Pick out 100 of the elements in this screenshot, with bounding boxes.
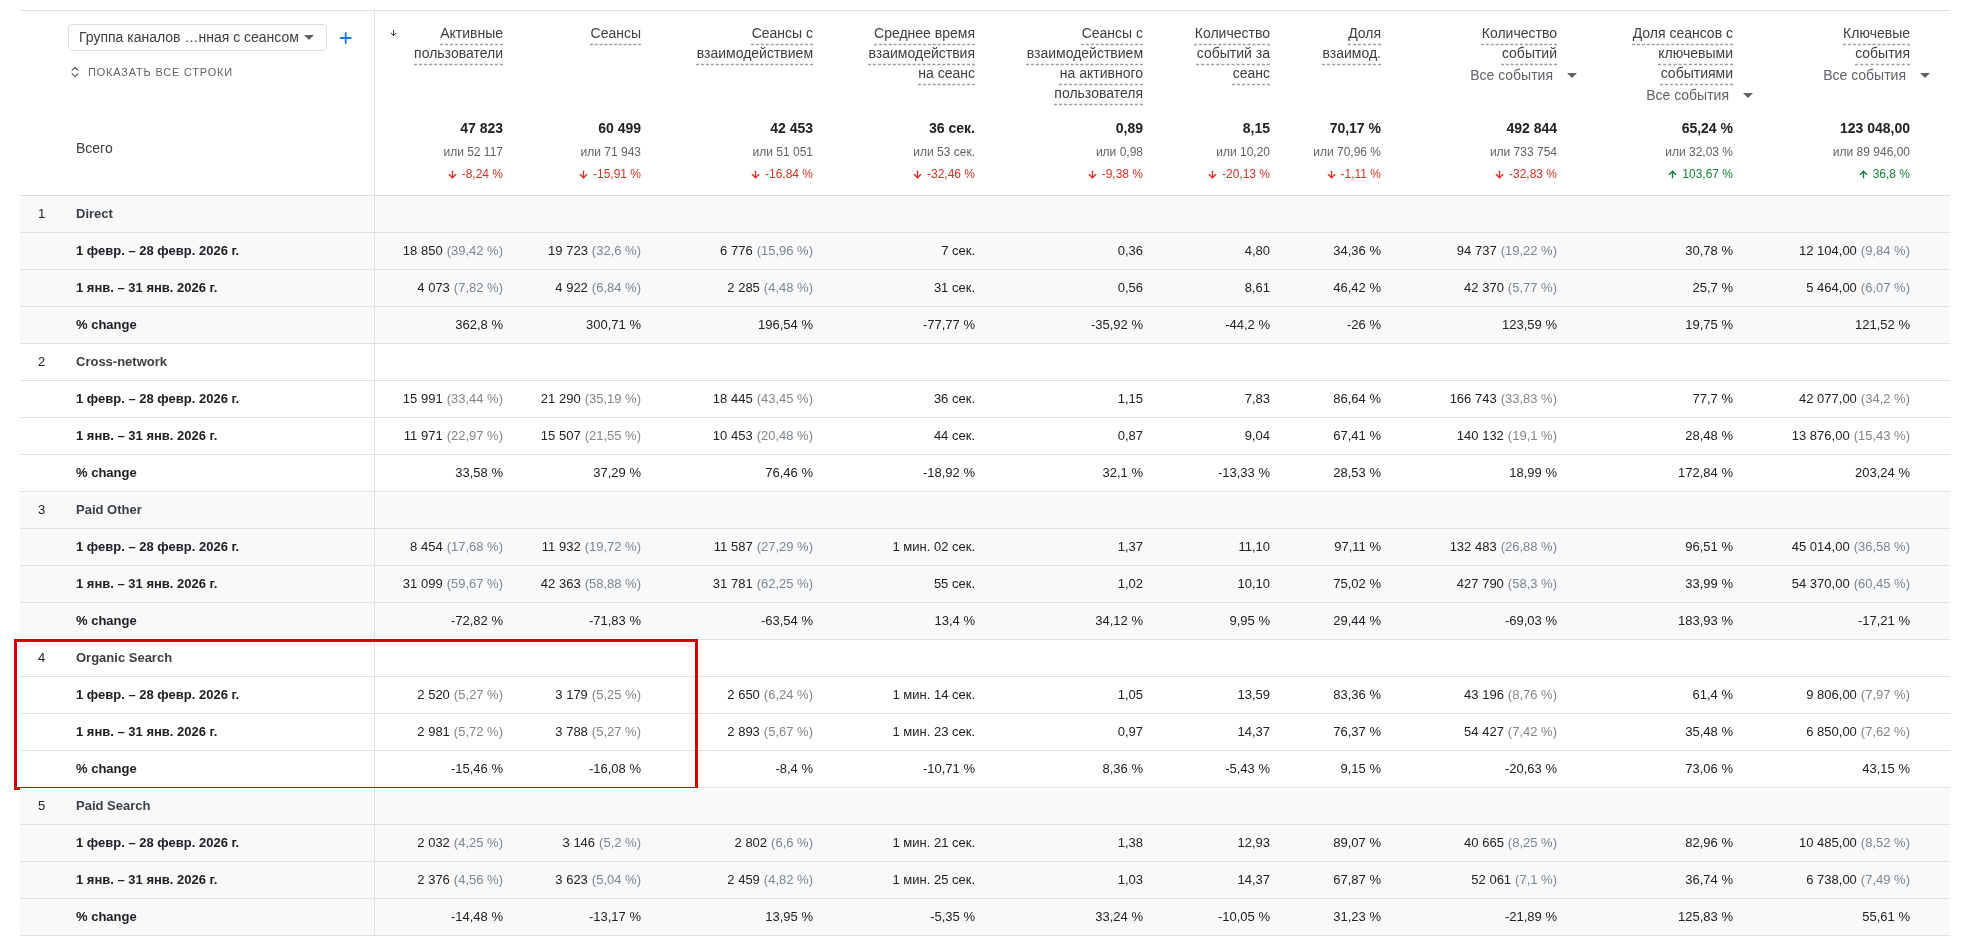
table-cell-text: 34,12 % [1094, 612, 1143, 631]
table-cell-text: -71,83 % [587, 612, 641, 631]
column-header[interactable]: Количество событий [1481, 23, 1557, 63]
dimension-selector[interactable]: Группа каналов …нная с сеансом [68, 24, 327, 51]
table-cell-text: 2 459 (4,82 %) [726, 871, 813, 890]
down-arrow-icon [1493, 168, 1505, 180]
table-cell-text: 55 сек. [932, 575, 975, 594]
table-cell-text: 86,64 % [1332, 390, 1381, 409]
table-cell-text: -17,21 % [1856, 612, 1910, 631]
column-header[interactable]: Ключевые события [1843, 23, 1910, 63]
table-cell-text: 196,54 % [757, 316, 813, 335]
total-comparison: или 70,96 % [1313, 144, 1381, 161]
channel-group-name[interactable]: Paid Search [76, 796, 151, 816]
column-header[interactable]: Доля сеансов с ключевыми событиями [1632, 23, 1733, 83]
row-label: % change [76, 908, 137, 927]
table-cell-text: 7 сек. [940, 242, 975, 261]
table-cell-text: 7,83 [1243, 390, 1270, 409]
table-cell-text: 52 061 (7,1 %) [1470, 871, 1557, 890]
table-cell-text: -77,77 % [921, 316, 975, 335]
table-cell-text: 300,71 % [585, 316, 641, 335]
table-cell-text: 40 665 (8,25 %) [1463, 834, 1557, 853]
table-cell-text: 34,36 % [1332, 242, 1381, 261]
table-cell-text: 21 290 (35,19 %) [539, 390, 641, 409]
table-cell-text: 94 737 (19,22 %) [1455, 242, 1557, 261]
table-cell-text: 10,10 [1236, 575, 1270, 594]
table-cell-text: 11 932 (19,72 %) [540, 538, 641, 557]
table-cell-text: 1 мин. 02 сек. [891, 538, 975, 557]
table-cell-text: -14,48 % [449, 908, 503, 927]
sortable-header[interactable]: Ключевые события [1733, 23, 1910, 63]
table-cell-text: 11,10 [1237, 538, 1270, 557]
table-cell-text: 1,05 [1116, 686, 1143, 705]
table-cell-text: 15 507 (21,55 %) [539, 427, 641, 446]
table-cell-text: 8 454 (17,68 %) [409, 538, 503, 557]
table-cell-text: 30,78 % [1684, 242, 1733, 261]
table-cell-text: 11 587 (27,29 %) [712, 538, 813, 557]
column-header[interactable]: Доля взаимод. [1322, 23, 1381, 63]
sortable-header[interactable]: Активные пользователи [375, 23, 503, 63]
sortable-header[interactable]: Доля взаимод. [1270, 23, 1381, 63]
total-value: 65,24 % [1681, 119, 1733, 138]
table-cell-text: 31 781 (62,25 %) [711, 575, 813, 594]
column-header[interactable]: Сеансы с взаимодействием на активного пользователя [1026, 23, 1143, 103]
channel-group-name[interactable]: Direct [76, 204, 113, 224]
table-cell-text: 10 485,00 (8,52 %) [1798, 834, 1910, 853]
table-cell-text: 18,99 % [1508, 464, 1557, 483]
total-value: 8,15 [1242, 119, 1270, 138]
down-arrow-icon [1086, 168, 1098, 180]
table-cell-text: 1,38 [1116, 834, 1143, 853]
table-cell-text: 67,41 % [1332, 427, 1381, 446]
dropdown-caret-icon [303, 35, 314, 40]
table-cell-text: -35,92 % [1089, 316, 1143, 335]
table-cell-text: 14,37 [1236, 723, 1270, 742]
table-cell-text: 121,52 % [1854, 316, 1910, 335]
table-cell-text: 2 032 (4,25 %) [416, 834, 503, 853]
table-cell-text: 54 427 (7,42 %) [1463, 723, 1557, 742]
event-filter-dropdown[interactable]: Все события [1823, 65, 1930, 86]
table-cell-text: 5 464,00 (6,07 %) [1805, 279, 1910, 298]
table-cell-text: 18 445 (43,45 %) [711, 390, 813, 409]
channel-group-name[interactable]: Cross-network [76, 352, 168, 372]
dropdown-caret-icon [1743, 93, 1753, 98]
show-all-rows-button[interactable]: ПОКАЗАТЬ ВСЕ СТРОКИ [68, 64, 233, 81]
sortable-header[interactable]: Среднее время взаимодействия на сеанс [813, 23, 975, 83]
table-cell-text: -15,46 % [449, 760, 503, 779]
table-cell-text: 140 132 (19,1 %) [1455, 427, 1557, 446]
table-cell-text: -8,4 % [774, 760, 813, 779]
row-label: % change [76, 316, 137, 335]
table-cell-text: 172,84 % [1677, 464, 1733, 483]
sortable-header[interactable]: Сеансы с взаимодействием [641, 23, 813, 63]
table-cell-text: 32,1 % [1101, 464, 1143, 483]
table-cell-text: 61,4 % [1691, 686, 1733, 705]
total-comparison: или 89 946,00 [1832, 144, 1910, 161]
table-cell-text: 31 сек. [932, 279, 975, 298]
table-cell-text: 67,87 % [1332, 871, 1381, 890]
table-cell-text: 2 650 (6,24 %) [726, 686, 813, 705]
table-cell-text: 37,29 % [592, 464, 641, 483]
column-header[interactable]: Среднее время взаимодействия на сеанс [868, 23, 975, 83]
column-header[interactable]: Сеансы с взаимодействием [696, 23, 813, 63]
sortable-header[interactable]: Количество событий [1381, 23, 1557, 63]
total-change: -16,84 % [749, 165, 813, 183]
table-cell-text: 96,51 % [1684, 538, 1733, 557]
total-change: -32,46 % [911, 165, 975, 183]
table-cell-text: -69,03 % [1503, 612, 1557, 631]
table-cell-text: 14,37 [1236, 871, 1270, 890]
sortable-header[interactable]: Количество событий за сеанс [1143, 23, 1270, 83]
row-label: 1 февр. – 28 февр. 2026 г. [76, 390, 240, 409]
table-cell-text: 427 790 (58,3 %) [1455, 575, 1557, 594]
table-cell-text: 362,8 % [454, 316, 503, 335]
sortable-header[interactable]: Сеансы [503, 23, 641, 43]
table-cell-text: 11 971 (22,97 %) [402, 427, 503, 446]
channel-group-name[interactable]: Organic Search [76, 648, 173, 668]
down-arrow-icon [577, 168, 589, 180]
table-cell-text: 166 743 (33,83 %) [1448, 390, 1557, 409]
channel-group-name[interactable]: Paid Other [76, 500, 142, 520]
column-header[interactable]: Сеансы [590, 23, 641, 43]
event-filter-dropdown[interactable]: Все события [1646, 85, 1753, 106]
sortable-header[interactable]: Сеансы с взаимодействием на активного пользователя [975, 23, 1143, 103]
table-cell-text: 43 196 (8,76 %) [1463, 686, 1557, 705]
column-header[interactable]: Активные пользователи [414, 23, 503, 63]
column-header[interactable]: Количество событий за сеанс [1194, 23, 1270, 83]
table-cell-text: -72,82 % [449, 612, 503, 631]
table-cell-text: 0,36 [1116, 242, 1143, 261]
